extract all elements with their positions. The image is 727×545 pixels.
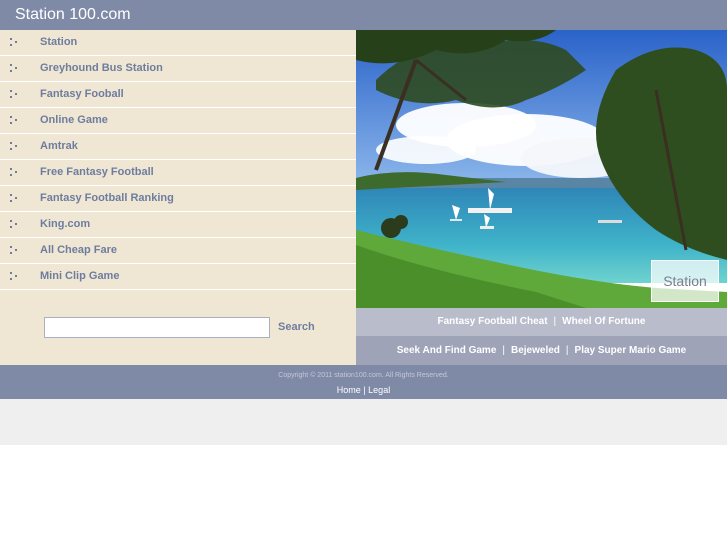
- nav-item[interactable]: Station: [0, 30, 356, 56]
- nav-item[interactable]: Greyhound Bus Station: [0, 56, 356, 82]
- nav-item[interactable]: King.com: [0, 212, 356, 238]
- bullet-icon: [10, 142, 19, 151]
- nav-item[interactable]: Amtrak: [0, 134, 356, 160]
- bullet-icon: [10, 38, 19, 47]
- nav-item[interactable]: Free Fantasy Football: [0, 160, 356, 186]
- nav-link-king[interactable]: King.com: [40, 218, 90, 230]
- bullet-icon: [10, 168, 19, 177]
- nav-link-mini-clip-game[interactable]: Mini Clip Game: [40, 270, 119, 282]
- link-wheel-of-fortune[interactable]: Wheel Of Fortune: [562, 316, 645, 327]
- footer-legal-link[interactable]: Legal: [368, 385, 390, 395]
- left-panel: Station Greyhound Bus Station Fantasy Fo…: [0, 30, 356, 365]
- nav-link-fantasy-football-ranking[interactable]: Fantasy Football Ranking: [40, 192, 174, 204]
- site-footer: Copyright © 2011 station100.com. All Rig…: [0, 365, 727, 399]
- nav-link-station[interactable]: Station: [40, 36, 77, 48]
- bullet-icon: [10, 246, 19, 255]
- bullet-icon: [10, 272, 19, 281]
- nav-list: Station Greyhound Bus Station Fantasy Fo…: [0, 30, 356, 290]
- bullet-icon: [10, 194, 19, 203]
- link-bar-top: Fantasy Football Cheat | Wheel Of Fortune: [356, 308, 727, 336]
- bullet-icon: [10, 220, 19, 229]
- station-stamp: Station: [651, 260, 719, 302]
- nav-item[interactable]: Mini Clip Game: [0, 264, 356, 290]
- nav-link-free-fantasy-football[interactable]: Free Fantasy Football: [40, 166, 154, 178]
- link-separator: |: [565, 345, 569, 356]
- nav-link-fantasy-fooball[interactable]: Fantasy Fooball: [40, 88, 124, 100]
- bottom-band: [0, 399, 727, 445]
- link-seek-and-find-game[interactable]: Seek And Find Game: [397, 345, 497, 356]
- site-header: Station 100.com: [0, 0, 727, 30]
- bullet-icon: [10, 90, 19, 99]
- link-separator: |: [553, 316, 557, 327]
- link-separator: |: [502, 345, 505, 356]
- footer-home-link[interactable]: Home: [337, 385, 361, 395]
- link-bar-bottom: Seek And Find Game | Bejeweled | Play Super …: [356, 336, 727, 365]
- hero-photo: Station: [356, 30, 727, 308]
- footer-separator: |: [363, 385, 366, 395]
- bullet-icon: [10, 64, 19, 73]
- nav-item[interactable]: Fantasy Football Ranking: [0, 186, 356, 212]
- footer-links: Home | Legal: [0, 385, 727, 395]
- nav-link-all-cheap-fare[interactable]: All Cheap Fare: [40, 244, 117, 256]
- nav-item[interactable]: Fantasy Fooball: [0, 82, 356, 108]
- search-button[interactable]: Search: [278, 321, 315, 333]
- copyright-text: Copyright © 2011 station100.com. All Rig…: [278, 372, 449, 379]
- nav-link-amtrak[interactable]: Amtrak: [40, 140, 78, 152]
- nav-item[interactable]: Online Game: [0, 108, 356, 134]
- nav-item[interactable]: All Cheap Fare: [0, 238, 356, 264]
- link-play-super-mario-game[interactable]: Play Super Mario Game: [575, 345, 687, 356]
- site-title[interactable]: Station 100.com: [15, 6, 131, 24]
- nav-link-greyhound[interactable]: Greyhound Bus Station: [40, 62, 163, 74]
- link-fantasy-football-cheat[interactable]: Fantasy Football Cheat: [438, 316, 548, 327]
- search-input[interactable]: [44, 317, 270, 338]
- nav-link-online-game[interactable]: Online Game: [40, 114, 108, 126]
- link-bejeweled[interactable]: Bejeweled: [511, 345, 560, 356]
- bullet-icon: [10, 116, 19, 125]
